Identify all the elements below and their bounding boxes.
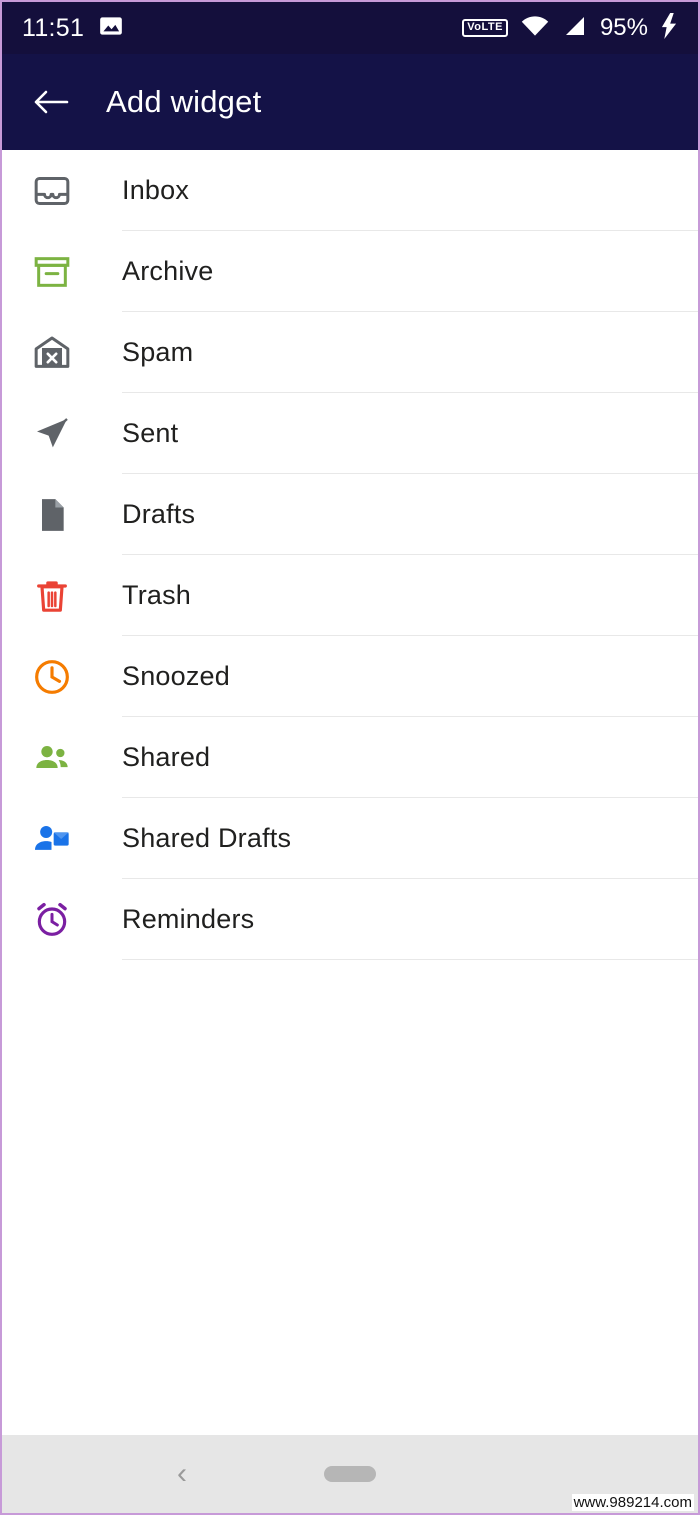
chevron-left-icon[interactable]: ‹	[177, 1459, 187, 1489]
archive-icon	[26, 252, 78, 292]
list-item-label: Inbox	[122, 150, 698, 231]
list-item-label: Sent	[122, 393, 698, 474]
phone-screen: 11:51 VoLTE 95% Add widget Inbox Archive…	[0, 0, 700, 1515]
app-bar: Add widget	[2, 54, 698, 150]
home-pill-handle[interactable]	[324, 1466, 376, 1482]
spam-icon	[26, 333, 78, 373]
arrow-left-icon[interactable]	[26, 77, 76, 127]
cellular-signal-icon	[562, 14, 588, 43]
status-right-icons: VoLTE 95%	[462, 12, 678, 44]
inbox-icon	[26, 171, 78, 211]
list-item-label: Shared Drafts	[122, 798, 698, 879]
draft-document-icon	[26, 495, 78, 535]
list-item-label: Archive	[122, 231, 698, 312]
status-time: 11:51	[22, 13, 85, 42]
list-item-snoozed[interactable]: Snoozed	[2, 636, 698, 717]
shared-drafts-icon	[26, 819, 78, 859]
list-item-spam[interactable]: Spam	[2, 312, 698, 393]
clock-icon	[26, 657, 78, 697]
status-bar: 11:51 VoLTE 95%	[2, 2, 698, 54]
list-item-inbox[interactable]: Inbox	[2, 150, 698, 231]
lightning-bolt-icon	[660, 12, 678, 44]
list-item-drafts[interactable]: Drafts	[2, 474, 698, 555]
list-item-shared-drafts[interactable]: Shared Drafts	[2, 798, 698, 879]
list-item-archive[interactable]: Archive	[2, 231, 698, 312]
list-item-sent[interactable]: Sent	[2, 393, 698, 474]
people-icon	[26, 738, 78, 778]
list-item-label: Trash	[122, 555, 698, 636]
list-item-label: Shared	[122, 717, 698, 798]
image-icon	[98, 13, 124, 44]
list-item-label: Snoozed	[122, 636, 698, 717]
list-item-shared[interactable]: Shared	[2, 717, 698, 798]
sent-paper-plane-icon	[26, 414, 78, 454]
status-left-icons	[98, 13, 124, 44]
page-title: Add widget	[106, 84, 262, 119]
volte-icon: VoLTE	[462, 19, 508, 37]
widget-list-container: Inbox Archive Spam Sent Drafts Trash Sno…	[2, 150, 698, 1513]
list-item-label: Spam	[122, 312, 698, 393]
list-item-label: Drafts	[122, 474, 698, 555]
list-item-reminders[interactable]: Reminders	[2, 879, 698, 960]
list-item-trash[interactable]: Trash	[2, 555, 698, 636]
battery-percent: 95%	[599, 14, 648, 41]
wifi-icon	[520, 14, 550, 43]
alarm-clock-icon	[26, 900, 78, 940]
list-item-label: Reminders	[122, 879, 698, 960]
watermark: www.989214.com	[571, 1494, 694, 1511]
widget-list: Inbox Archive Spam Sent Drafts Trash Sno…	[2, 150, 698, 960]
trash-icon	[26, 576, 78, 616]
